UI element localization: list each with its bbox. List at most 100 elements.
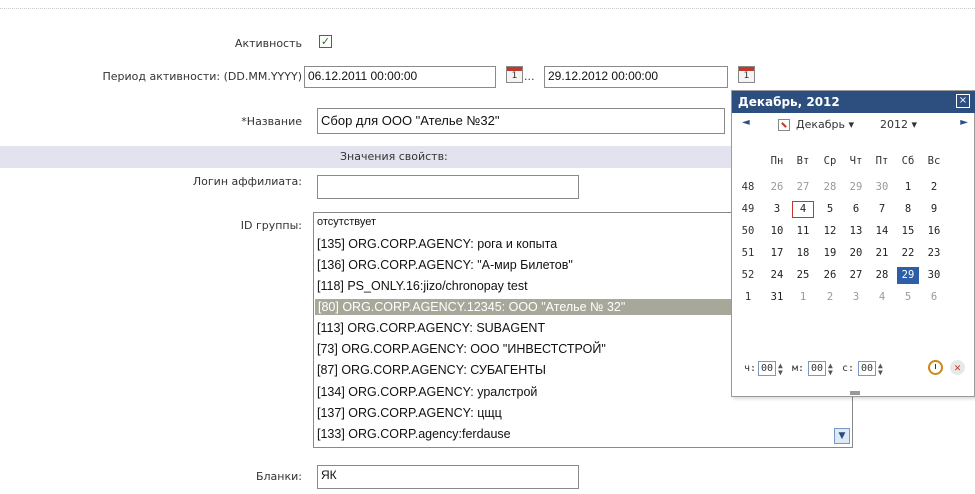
week-number: 49 (741, 203, 755, 215)
calendar-day[interactable]: 11 (792, 223, 814, 240)
group-option[interactable]: [133] ORG.CORP.agency:ferdause (317, 427, 511, 441)
calendar-day[interactable]: 3 (845, 289, 867, 306)
minute-input[interactable]: 00 (808, 361, 826, 376)
calendar-day[interactable]: 4 (871, 289, 893, 306)
hour-spinner[interactable]: ▲ ▼ (778, 362, 783, 377)
name-label: *Название (241, 115, 302, 128)
group-option[interactable]: [113] ORG.CORP.AGENCY: SUBAGENT (317, 321, 545, 335)
calendar-day[interactable]: 24 (766, 267, 788, 284)
calendar-day[interactable]: 29 (897, 267, 919, 284)
calendar-day[interactable]: 27 (792, 179, 814, 196)
calendar-day[interactable]: 20 (845, 245, 867, 262)
calendar-day[interactable]: 26 (766, 179, 788, 196)
calendar-day[interactable]: 2 (923, 179, 945, 196)
minute-spinner[interactable]: ▲ ▼ (828, 362, 833, 377)
calendar-day[interactable]: 12 (819, 223, 841, 240)
calendar-day[interactable]: 30 (923, 267, 945, 284)
blanks-input[interactable]: ЯК (317, 465, 579, 489)
calendar-day[interactable]: 27 (845, 267, 867, 284)
calendar-day[interactable]: 31 (766, 289, 788, 306)
calendar-day[interactable]: 15 (897, 223, 919, 240)
calendar-day[interactable]: 19 (819, 245, 841, 262)
date-to-input[interactable]: 29.12.2012 00:00:00 (544, 66, 728, 88)
resize-grip[interactable] (850, 391, 860, 395)
calendar-day[interactable]: 2 (819, 289, 841, 306)
weekday-header: Пт (875, 155, 889, 167)
calendar-day[interactable]: 8 (897, 201, 919, 218)
chevron-down-icon[interactable]: ▼ (834, 428, 850, 444)
today-icon[interactable] (778, 119, 790, 131)
clock-icon[interactable] (928, 360, 943, 375)
calendar-day[interactable]: 18 (792, 245, 814, 262)
calendar-day[interactable]: 7 (871, 201, 893, 218)
calendar-day[interactable]: 29 (845, 179, 867, 196)
second-spinner[interactable]: ▲ ▼ (878, 362, 883, 377)
second-input[interactable]: 00 (858, 361, 876, 376)
year-select[interactable]: 2012 ▾ (880, 118, 917, 131)
affiliate-login-label: Логин аффилиата: (192, 175, 302, 188)
name-input[interactable]: Сбор для ООО "Ателье №32" (317, 108, 725, 134)
second-label: с: (842, 363, 855, 374)
week-number: 1 (744, 291, 752, 303)
hour-label: ч: (744, 363, 757, 374)
calendar-day[interactable]: 26 (819, 267, 841, 284)
date-separator: ... (524, 70, 535, 83)
clear-icon[interactable]: ✕ (950, 360, 965, 375)
activity-label: Активность (234, 37, 302, 50)
calendar-day[interactable]: 25 (792, 267, 814, 284)
calendar-day[interactable]: 28 (871, 267, 893, 284)
group-option[interactable]: [137] ORG.CORP.AGENCY: цщц (317, 406, 502, 420)
calendar-day[interactable]: 14 (871, 223, 893, 240)
calendar-day[interactable]: 28 (819, 179, 841, 196)
group-option[interactable]: [118] PS_ONLY.16:jizo/chronopay test (317, 279, 528, 293)
group-option-selected[interactable]: [80] ORG.CORP.AGENCY.12345: ООО "Ателье … (315, 299, 741, 315)
date-to-calendar-icon[interactable]: 1 (738, 66, 755, 83)
calendar-day[interactable]: 13 (845, 223, 867, 240)
month-select[interactable]: Декабрь ▾ (796, 118, 854, 131)
calendar-day[interactable]: 6 (845, 201, 867, 218)
next-month-icon[interactable]: ► (960, 117, 968, 128)
calendar-day[interactable]: 22 (897, 245, 919, 262)
properties-section-header: Значения свойств: (0, 146, 740, 168)
blanks-label: Бланки: (255, 470, 302, 483)
hour-input[interactable]: 00 (758, 361, 776, 376)
group-option[interactable]: [136] ORG.CORP.AGENCY: "А-мир Билетов" (317, 258, 573, 272)
calendar-day[interactable]: 16 (923, 223, 945, 240)
close-icon[interactable]: × (956, 94, 970, 108)
group-option[interactable]: отсутствует (317, 216, 376, 228)
calendar-day[interactable]: 3 (766, 201, 788, 218)
group-option[interactable]: [87] ORG.CORP.AGENCY: СУБАГЕНТЫ (317, 363, 546, 377)
group-option[interactable]: [73] ORG.CORP.AGENCY: ООО "ИНВЕСТСТРОЙ" (317, 342, 606, 356)
calendar-day[interactable]: 30 (871, 179, 893, 196)
group-option[interactable]: [135] ORG.CORP.AGENCY: рога и копыта (317, 237, 557, 251)
week-number: 51 (741, 247, 755, 259)
calendar-day[interactable]: 1 (897, 179, 919, 196)
calendar-day[interactable]: 1 (792, 289, 814, 306)
calendar-day[interactable]: 4 (792, 201, 814, 218)
activity-checkbox[interactable]: ✓ (319, 35, 332, 48)
calendar-day[interactable]: 23 (923, 245, 945, 262)
calendar-day[interactable]: 5 (897, 289, 919, 306)
week-number: 52 (741, 269, 755, 281)
weekday-header: Чт (849, 155, 863, 167)
prev-month-icon[interactable]: ◄ (742, 117, 750, 128)
calendar-nav: ◄ Декабрь ▾ 2012 ▾ ► (732, 115, 975, 135)
affiliate-login-input[interactable] (317, 175, 579, 199)
section-title: Значения свойств: (340, 150, 448, 163)
top-divider (0, 8, 975, 9)
calendar-day[interactable]: 21 (871, 245, 893, 262)
weekday-header: Ср (823, 155, 837, 167)
calendar-header: Декабрь, 2012 × (732, 91, 975, 113)
period-label: Период активности: (DD.MM.YYYY) (102, 70, 302, 83)
group-option[interactable]: [134] ORG.CORP.AGENCY: уралстрой (317, 385, 537, 399)
date-from-input[interactable]: 06.12.2011 00:00:00 (304, 66, 496, 88)
date-from-calendar-icon[interactable]: 1 (506, 66, 523, 83)
calendar-day[interactable]: 9 (923, 201, 945, 218)
calendar-day[interactable]: 6 (923, 289, 945, 306)
weekday-header: Пн (770, 155, 784, 167)
week-number: 48 (741, 181, 755, 193)
calendar-day[interactable]: 17 (766, 245, 788, 262)
calendar-day[interactable]: 10 (766, 223, 788, 240)
weekday-header: Сб (901, 155, 915, 167)
calendar-day[interactable]: 5 (819, 201, 841, 218)
